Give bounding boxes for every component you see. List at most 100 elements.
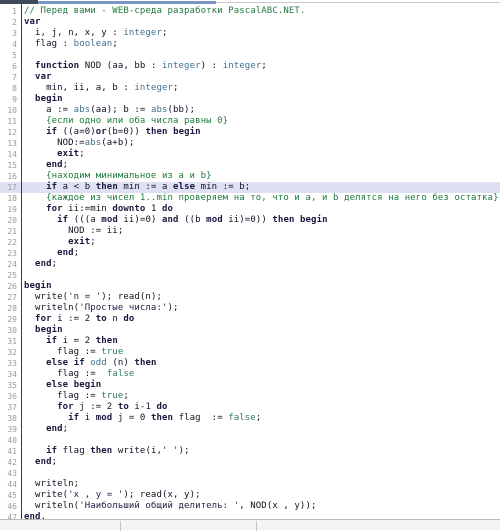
code-token: mod xyxy=(95,413,113,423)
code-line[interactable]: 29 for i := 2 to n do xyxy=(0,314,500,325)
line-number: 37 xyxy=(7,403,17,412)
code-token: abs xyxy=(150,105,168,115)
code-lines-container[interactable]: 1 // Перед вами - WEB-среда разработки Pa… xyxy=(0,6,500,519)
code-token: i = 2 xyxy=(57,336,96,346)
code-line[interactable]: 4 flag : boolean; xyxy=(0,39,500,50)
code-line[interactable]: 22 exit; xyxy=(0,237,500,248)
code-line[interactable]: 10 a := abs(aa); b := abs(bb); xyxy=(0,105,500,116)
code-line[interactable]: 25 xyxy=(0,270,500,281)
code-line[interactable]: 5 xyxy=(0,50,500,61)
code-text: NOD := ii; xyxy=(24,226,123,237)
code-line[interactable]: 27 write('n = '); read(n); xyxy=(0,292,500,303)
line-number: 26 xyxy=(7,282,17,291)
code-line[interactable]: 28 writeln('Простые числа:'); xyxy=(0,303,500,314)
code-token: then xyxy=(134,358,157,368)
code-line[interactable]: 30 begin xyxy=(0,325,500,336)
code-editor[interactable]: 1 // Перед вами - WEB-среда разработки Pa… xyxy=(0,4,500,519)
code-token: end xyxy=(35,259,52,269)
pascalabc-web-ide: 1 // Перед вами - WEB-среда разработки Pa… xyxy=(0,0,500,531)
line-number: 35 xyxy=(7,381,17,390)
code-line[interactable]: 12 if ((a=0)or(b=0)) then begin xyxy=(0,127,500,138)
code-line[interactable]: 19 for ii:=min downto 1 do xyxy=(0,204,500,215)
code-line[interactable]: 11 {если одно или оба числа равны 0} xyxy=(0,116,500,127)
code-token: if xyxy=(46,446,58,456)
code-text: exit; xyxy=(24,149,85,160)
code-line[interactable]: 46 writeln('Наибольший общий делитель: '… xyxy=(0,501,500,512)
code-token: ; xyxy=(51,457,58,467)
code-line[interactable]: 36 flag := true; xyxy=(0,391,500,402)
code-line[interactable]: 38 if i mod j = 0 then flag := false; xyxy=(0,413,500,424)
code-token: if xyxy=(68,413,80,423)
code-text: flag := true xyxy=(24,347,123,358)
code-line[interactable]: 1 // Перед вами - WEB-среда разработки Pa… xyxy=(0,6,500,17)
code-token: boolean xyxy=(73,39,113,49)
code-line[interactable]: 21 NOD := ii; xyxy=(0,226,500,237)
line-number: 23 xyxy=(7,249,17,258)
code-line[interactable]: 44 writeln; xyxy=(0,479,500,490)
code-token: do xyxy=(123,314,135,324)
code-token: then xyxy=(272,215,295,225)
code-token: integer xyxy=(123,28,162,38)
code-token: ii:=min xyxy=(62,204,113,214)
code-line[interactable]: 20 if (((a mod ii)=0) and ((b mod ii)=0)… xyxy=(0,215,500,226)
code-line[interactable]: 45 write('x , y = '); read(x, y); xyxy=(0,490,500,501)
code-line[interactable]: 35 else begin xyxy=(0,380,500,391)
code-line[interactable]: 33 else if odd (n) then xyxy=(0,358,500,369)
code-token: flag := xyxy=(24,391,102,401)
code-line[interactable]: 3 i, j, n, x, y : integer; xyxy=(0,28,500,39)
code-token: ) : xyxy=(200,61,223,71)
code-line[interactable]: 16 {находим минимальное из a и b} xyxy=(0,171,500,182)
code-token: do xyxy=(156,402,168,412)
code-line[interactable]: 14 exit; xyxy=(0,149,500,160)
code-token: odd xyxy=(90,358,107,368)
code-line[interactable]: 47 end. xyxy=(0,512,500,519)
code-line[interactable]: 2 var xyxy=(0,17,500,28)
code-line[interactable]: 42 end; xyxy=(0,457,500,468)
code-token: and xyxy=(162,215,179,225)
line-number: 34 xyxy=(7,370,17,379)
code-line[interactable]: 39 end; xyxy=(0,424,500,435)
code-line[interactable]: 23 end; xyxy=(0,248,500,259)
code-line[interactable]: 37 for j := 2 to i-1 do xyxy=(0,402,500,413)
code-line[interactable]: 15 end; xyxy=(0,160,500,171)
code-line[interactable]: 31 if i = 2 then xyxy=(0,336,500,347)
code-token: , NOD(x , y)); xyxy=(239,501,317,511)
code-line[interactable]: 17 if a < b then min := a else min := b; xyxy=(0,182,500,193)
code-line[interactable]: 40 xyxy=(0,435,500,446)
code-line[interactable]: 9 begin xyxy=(0,94,500,105)
line-number: 46 xyxy=(7,502,17,511)
code-token: true xyxy=(101,347,124,357)
code-line[interactable]: 32 flag := true xyxy=(0,347,500,358)
gutter-divider xyxy=(21,4,22,519)
code-token: mod xyxy=(206,215,223,225)
code-line[interactable]: 34 flag := false xyxy=(0,369,500,380)
code-text: end; xyxy=(24,259,57,270)
line-number: 7 xyxy=(12,73,17,82)
line-number: 33 xyxy=(7,359,17,368)
code-line[interactable]: 8 min, ii, a, b : integer; xyxy=(0,83,500,94)
code-line[interactable]: 43 xyxy=(0,468,500,479)
code-token: ; xyxy=(90,237,96,247)
code-token: end xyxy=(46,424,63,434)
code-line[interactable]: 26 begin xyxy=(0,281,500,292)
code-line[interactable]: 13 NOD:=abs(a+b); xyxy=(0,138,500,149)
line-number: 41 xyxy=(7,447,17,456)
code-line[interactable]: 18 {каждое из чисел 1..min проверяем на … xyxy=(0,193,500,204)
code-token: integer xyxy=(134,83,174,93)
code-token: abs xyxy=(84,138,102,148)
code-text: flag := true; xyxy=(24,391,129,402)
code-line[interactable]: 41 if flag then write(i,' '); xyxy=(0,446,500,457)
code-token: {находим минимальное из a и b} xyxy=(24,171,212,181)
code-line[interactable]: 7 var xyxy=(0,72,500,83)
code-line[interactable]: 6 function NOD (aa, bb : integer) : inte… xyxy=(0,61,500,72)
code-token: then xyxy=(95,182,118,192)
code-line[interactable]: 24 end; xyxy=(0,259,500,270)
